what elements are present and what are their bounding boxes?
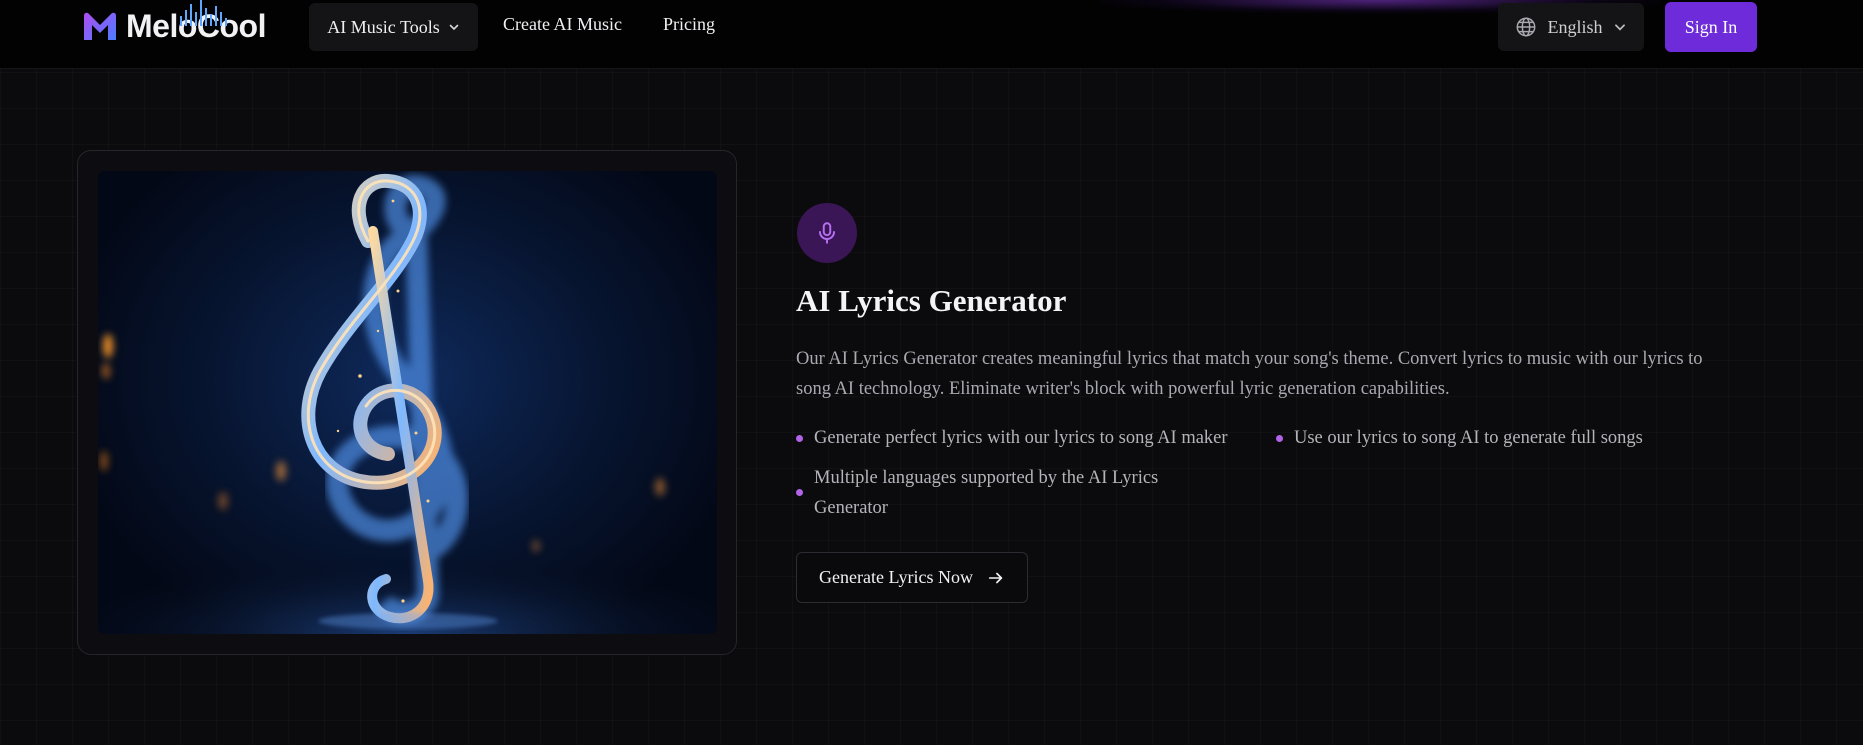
melocool-m-icon: [84, 12, 116, 41]
nav-pricing-link[interactable]: Pricing: [663, 14, 715, 35]
brand-logo[interactable]: MeloCool: [80, 0, 280, 46]
top-navigation: MeloCool AI Music Tools Create AI Music …: [0, 0, 1863, 69]
nav-ai-music-tools-dropdown[interactable]: AI Music Tools: [309, 3, 478, 51]
nav-create-ai-music-link[interactable]: Create AI Music: [503, 14, 622, 35]
generate-lyrics-button[interactable]: Generate Lyrics Now: [796, 552, 1028, 603]
microphone-icon: [818, 222, 836, 244]
generate-lyrics-label: Generate Lyrics Now: [819, 567, 973, 587]
feature-image-card: [77, 150, 737, 655]
feature-text: Generate perfect lyrics with our lyrics …: [814, 428, 1228, 448]
bullet-dot: [796, 435, 803, 442]
microphone-badge: [797, 203, 857, 263]
treble-clef-image: [98, 171, 717, 634]
chevron-down-icon: [449, 24, 459, 31]
feature-text: Use our lyrics to song AI to generate fu…: [1294, 428, 1643, 448]
section-title: AI Lyrics Generator: [796, 283, 1067, 318]
language-selector[interactable]: English: [1498, 3, 1644, 51]
feature-text: Multiple languages supported by the AI L…: [814, 468, 1159, 518]
bullet-dot: [1276, 435, 1283, 442]
feature-list-item: Generate perfect lyrics with our lyrics …: [796, 423, 1266, 453]
sound-wave-icon: [180, 0, 227, 26]
language-label: English: [1547, 16, 1603, 37]
chevron-down-icon: [1614, 24, 1625, 31]
treble-clef-illustration: [98, 173, 717, 634]
feature-list-item: Use our lyrics to song AI to generate fu…: [1276, 423, 1716, 453]
nav-ai-music-tools-label: AI Music Tools: [327, 16, 440, 37]
arrow-right-icon: [988, 572, 1003, 583]
sign-in-button[interactable]: Sign In: [1665, 2, 1757, 52]
section-description: Our AI Lyrics Generator creates meaningf…: [796, 349, 1703, 399]
bullet-dot: [796, 489, 803, 496]
globe-icon: [1517, 17, 1536, 37]
feature-list-item: Multiple languages supported by the AI L…: [796, 463, 1216, 523]
